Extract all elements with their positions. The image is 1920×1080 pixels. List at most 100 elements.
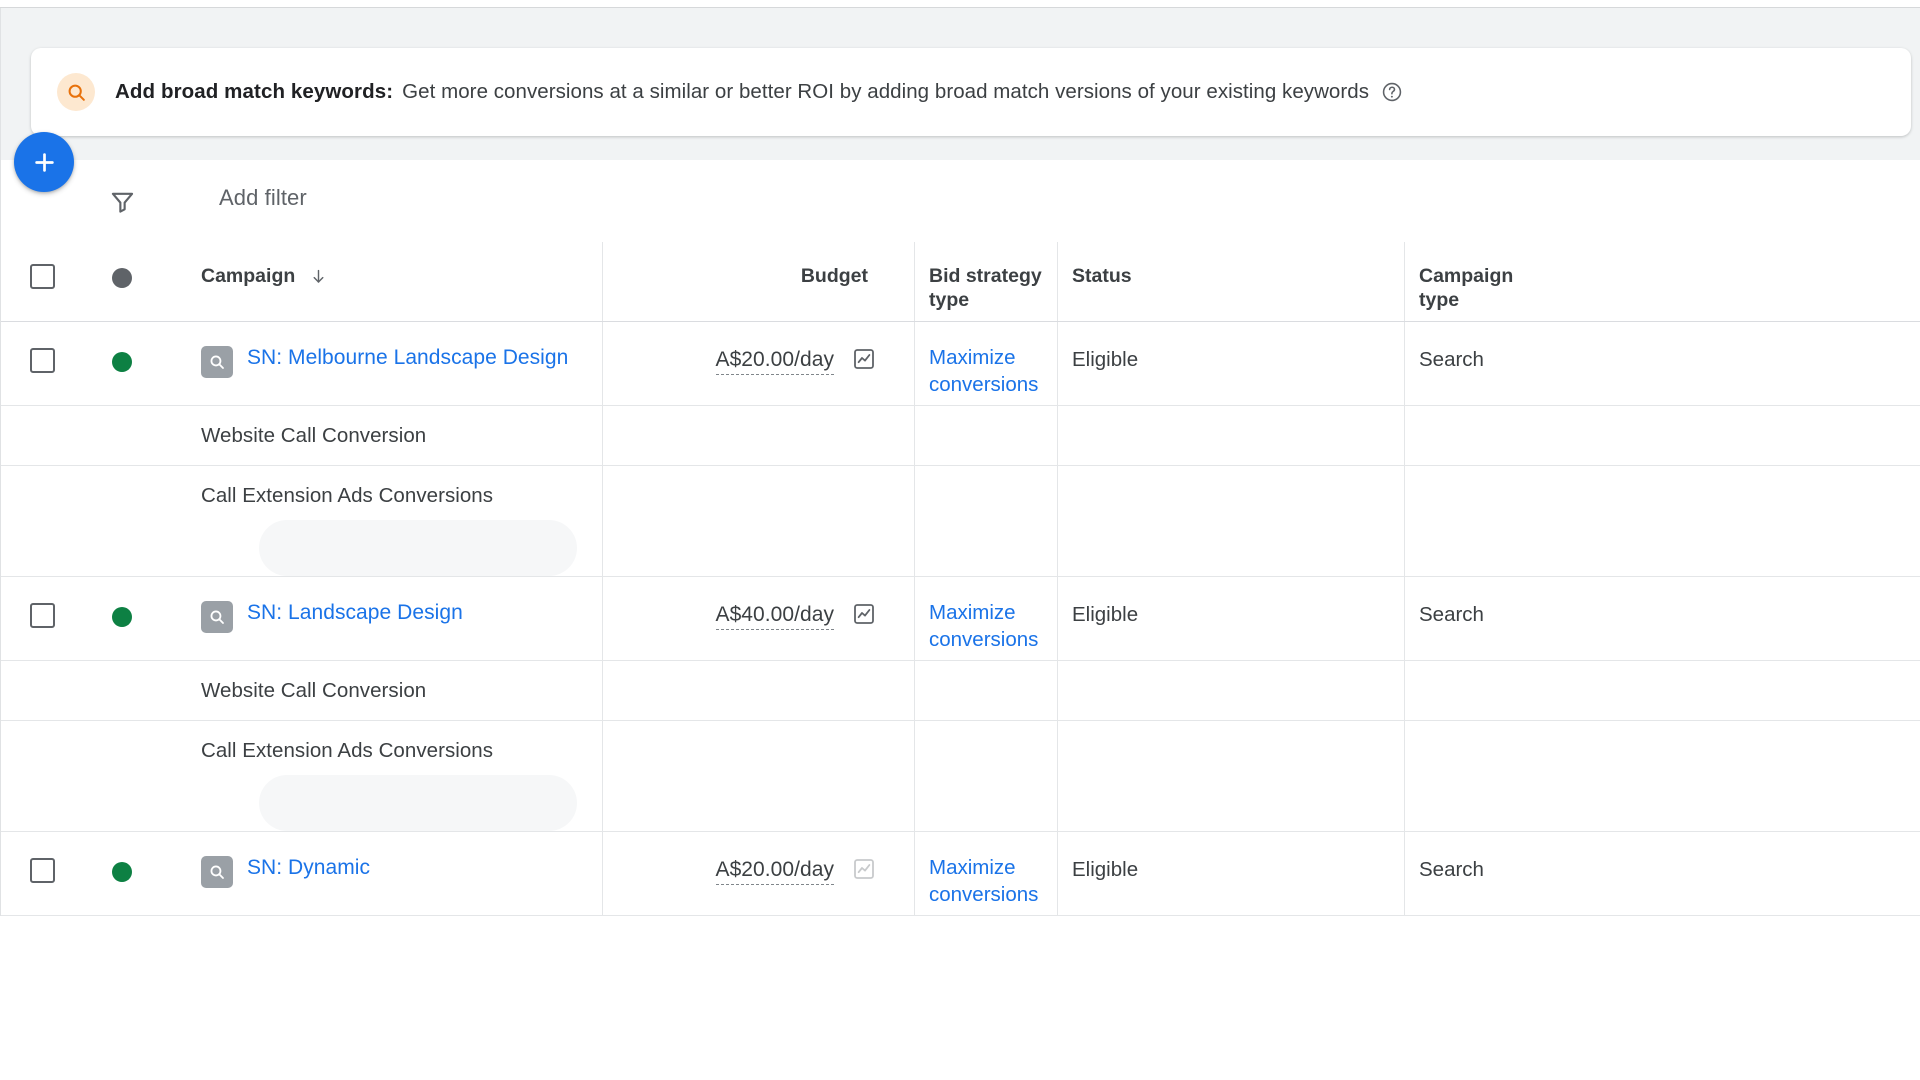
- conversion-label: Call Extension Ads Conversions: [201, 739, 494, 762]
- campaign-type-value: Search: [1419, 603, 1484, 626]
- header-budget[interactable]: Budget: [602, 242, 914, 321]
- campaign-type-cell: Search: [1404, 577, 1920, 660]
- add-campaign-button[interactable]: [14, 132, 74, 192]
- empty-cell: [1404, 406, 1920, 465]
- bid-strategy-link-line2[interactable]: conversions: [929, 371, 1047, 398]
- conversion-name-cell: Call Extension Ads Conversions: [161, 466, 602, 576]
- spacer-cell: [83, 466, 161, 576]
- campaign-name-cell: SN: Landscape Design: [161, 577, 602, 660]
- campaign-link[interactable]: SN: Landscape Design: [247, 599, 463, 626]
- budget-cell: A$20.00/day: [602, 322, 914, 405]
- google-ads-campaigns-page: Add broad match keywords: Get more conve…: [0, 0, 1920, 1080]
- search-campaign-icon: [201, 601, 233, 633]
- conversion-name-cell: Website Call Conversion: [161, 661, 602, 720]
- table-row[interactable]: SN: Dynamic A$20.00/day Maximize convers…: [1, 832, 1920, 916]
- conversion-name-cell: Call Extension Ads Conversions: [161, 721, 602, 831]
- conversion-row: Call Extension Ads Conversions: [1, 466, 1920, 577]
- budget-value[interactable]: A$20.00/day: [715, 858, 834, 885]
- empty-cell: [1404, 466, 1920, 576]
- campaign-type-cell: Search: [1404, 832, 1920, 915]
- table-row[interactable]: SN: Landscape Design A$40.00/day Maximiz…: [1, 577, 1920, 661]
- conversion-label: Call Extension Ads Conversions: [201, 484, 494, 507]
- empty-cell: [1057, 406, 1404, 465]
- row-checkbox[interactable]: [29, 603, 55, 628]
- add-filter-button[interactable]: Add filter: [219, 185, 307, 211]
- status-value: Eligible: [1072, 603, 1139, 626]
- row-select-cell: [1, 577, 83, 660]
- chart-icon[interactable]: [852, 347, 876, 371]
- spacer-cell: [1, 721, 83, 831]
- bid-strategy-link-line1[interactable]: Maximize: [929, 599, 1047, 626]
- header-bid-strategy-line1: Bid strategy: [929, 265, 1042, 287]
- spacer-cell: [83, 406, 161, 465]
- bid-strategy-link-line2[interactable]: conversions: [929, 626, 1047, 653]
- status-dot-icon: [112, 352, 132, 372]
- empty-cell: [1404, 721, 1920, 831]
- status-cell: Eligible: [1057, 832, 1404, 915]
- conversion-row: Call Extension Ads Conversions: [1, 721, 1920, 832]
- chart-icon[interactable]: [852, 602, 876, 626]
- row-checkbox[interactable]: [29, 348, 55, 373]
- spacer-cell: [83, 721, 161, 831]
- top-divider: [0, 0, 1920, 8]
- loading-placeholder: [259, 775, 577, 831]
- budget-value[interactable]: A$20.00/day: [715, 348, 834, 375]
- notification-banner-zone: Add broad match keywords: Get more conve…: [0, 8, 1920, 160]
- broad-match-keywords-banner[interactable]: Add broad match keywords: Get more conve…: [31, 48, 1911, 136]
- empty-cell: [602, 466, 914, 576]
- table-toolbar: Add filter: [0, 132, 1920, 242]
- empty-cell: [1057, 721, 1404, 831]
- banner-description: Get more conversions at a similar or bet…: [402, 80, 1370, 103]
- spacer-cell: [1, 661, 83, 720]
- bid-strategy-link-line1[interactable]: Maximize: [929, 854, 1047, 881]
- arrow-down-icon[interactable]: [309, 267, 328, 286]
- status-cell: Eligible: [1057, 577, 1404, 660]
- spacer-cell: [1, 466, 83, 576]
- campaigns-table: Campaign Budget Bid strategy type Status…: [0, 242, 1920, 916]
- campaign-type-value: Search: [1419, 858, 1484, 881]
- bid-strategy-cell: Maximize conversions: [914, 322, 1057, 405]
- spacer-cell: [1, 406, 83, 465]
- header-bid-strategy-type[interactable]: Bid strategy type: [914, 242, 1057, 321]
- table-row[interactable]: SN: Melbourne Landscape Design A$20.00/d…: [1, 322, 1920, 406]
- bid-strategy-cell: Maximize conversions: [914, 577, 1057, 660]
- bid-strategy-link-line2[interactable]: conversions: [929, 881, 1047, 908]
- campaign-type-value: Search: [1419, 348, 1484, 371]
- row-checkbox[interactable]: [29, 858, 55, 883]
- campaign-link[interactable]: SN: Dynamic: [247, 854, 370, 881]
- budget-cell: A$20.00/day: [602, 832, 914, 915]
- header-status[interactable]: Status: [1057, 242, 1404, 321]
- select-all-checkbox[interactable]: [29, 264, 55, 289]
- empty-cell: [914, 466, 1057, 576]
- select-all-cell: [1, 242, 83, 321]
- budget-value[interactable]: A$40.00/day: [715, 603, 834, 630]
- campaign-link[interactable]: SN: Melbourne Landscape Design: [247, 344, 568, 371]
- empty-cell: [914, 721, 1057, 831]
- banner-title: Add broad match keywords:: [115, 80, 394, 103]
- conversion-label: Website Call Conversion: [201, 424, 427, 447]
- header-status-dot-cell: [83, 242, 161, 321]
- status-dot-icon: [112, 268, 132, 288]
- header-campaign-type[interactable]: Campaign type: [1404, 242, 1920, 321]
- chart-icon[interactable]: [852, 857, 876, 881]
- bid-strategy-link-line1[interactable]: Maximize: [929, 344, 1047, 371]
- header-budget-label: Budget: [800, 265, 868, 287]
- budget-cell: A$40.00/day: [602, 577, 914, 660]
- search-campaign-icon: [201, 856, 233, 888]
- campaign-name-cell: SN: Melbourne Landscape Design: [161, 322, 602, 405]
- loading-placeholder: [259, 520, 577, 576]
- status-cell: Eligible: [1057, 322, 1404, 405]
- empty-cell: [602, 406, 914, 465]
- funnel-icon[interactable]: [103, 182, 141, 220]
- status-value: Eligible: [1072, 858, 1139, 881]
- row-select-cell: [1, 832, 83, 915]
- help-circle-icon[interactable]: [1381, 81, 1403, 103]
- status-value: Eligible: [1072, 348, 1139, 371]
- header-campaign-label: Campaign: [201, 265, 296, 287]
- empty-cell: [914, 406, 1057, 465]
- empty-cell: [602, 721, 914, 831]
- bid-strategy-cell: Maximize conversions: [914, 832, 1057, 915]
- header-campaign[interactable]: Campaign: [161, 242, 602, 321]
- spacer-cell: [83, 661, 161, 720]
- status-dot-icon: [112, 607, 132, 627]
